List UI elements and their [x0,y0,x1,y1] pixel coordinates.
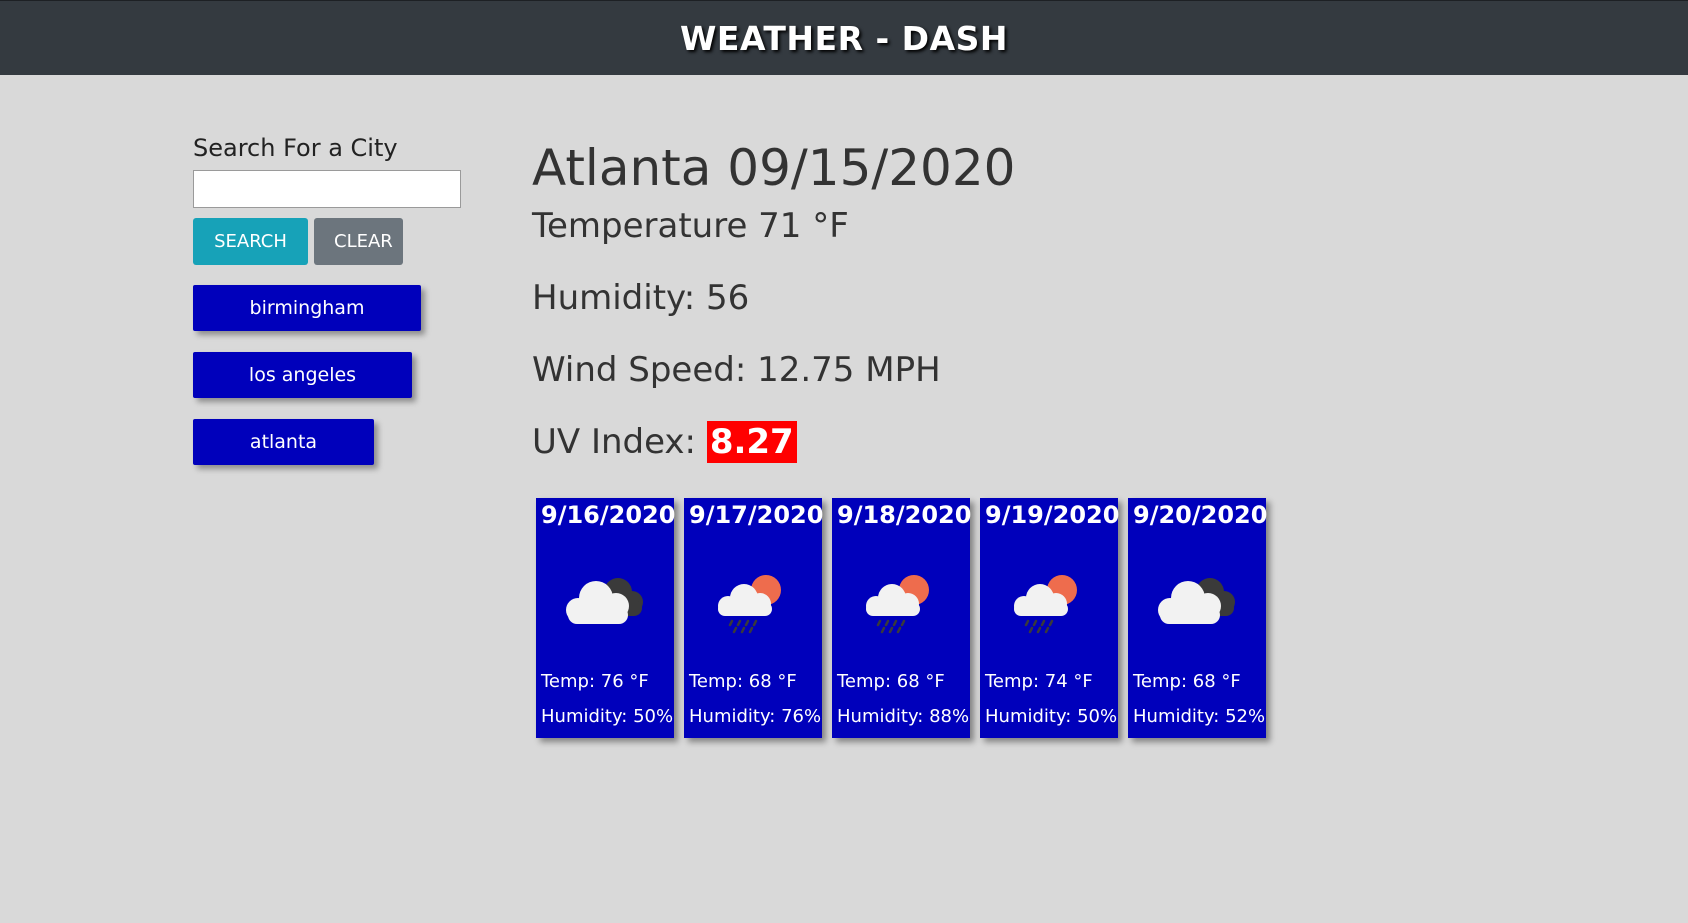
current-weather: Atlanta 09/15/2020 Temperature 71 °F Hum… [532,135,1015,465]
search-label: Search For a City [193,134,398,162]
forecast-temp: Temp: 68 °F [689,671,797,692]
forecast-date: 9/20/2020 [1133,501,1268,529]
search-button[interactable]: SEARCH [193,218,308,265]
wind-speed-text: Wind Speed: 12.75 MPH [532,350,941,390]
rain-sun-icon [998,566,1098,636]
app-header: WEATHER - DASH [0,0,1688,75]
humidity-text: Humidity: 56 [532,278,750,318]
search-input[interactable] [193,170,461,208]
broken-clouds-icon [1146,566,1246,636]
forecast-date: 9/18/2020 [837,501,972,529]
rain-sun-icon [850,566,950,636]
forecast-temp: Temp: 74 °F [985,671,1093,692]
forecast-humidity: Humidity: 50% [985,706,1118,727]
search-button-row: SEARCH CLEAR [193,218,483,265]
uv-index-row: UV Index: 8.27 [532,419,1015,465]
forecast-card: 9/16/2020 Temp: 76 °F Humidity: 50% [536,498,676,738]
forecast-temp: Temp: 68 °F [837,671,945,692]
temperature-text: Temperature 71 °F [532,206,849,246]
uv-index-label: UV Index: [532,422,707,462]
forecast-card: 9/20/2020 Temp: 68 °F Humidity: 52% [1128,498,1268,738]
app-title: WEATHER - DASH [680,18,1008,58]
forecast-temp: Temp: 76 °F [541,671,649,692]
search-history: birmingham los angeles atlanta [193,285,483,465]
five-day-forecast: 9/16/2020 Temp: 76 °F Humidity: 50% 9/17/2… [536,498,1268,738]
history-item-los-angeles[interactable]: los angeles [193,352,412,398]
broken-clouds-icon [554,566,654,636]
forecast-humidity: Humidity: 76% [689,706,822,727]
forecast-date: 9/19/2020 [985,501,1120,529]
forecast-humidity: Humidity: 52% [1133,706,1266,727]
history-item-birmingham[interactable]: birmingham [193,285,421,331]
forecast-card: 9/17/2020 Temp: 68 °F Humidity: 76% [684,498,824,738]
forecast-humidity: Humidity: 88% [837,706,970,727]
forecast-card: 9/19/2020 Temp: 74 °F Humidity: 50% [980,498,1120,738]
clear-button[interactable]: CLEAR [314,218,403,265]
forecast-date: 9/16/2020 [541,501,676,529]
history-item-atlanta[interactable]: atlanta [193,419,374,465]
uv-index-badge: 8.27 [706,421,797,463]
forecast-temp: Temp: 68 °F [1133,671,1241,692]
sidebar: Search For a City SEARCH CLEAR birmingha… [193,134,483,486]
city-date-title: Atlanta 09/15/2020 [532,139,1016,197]
rain-sun-icon [702,566,802,636]
forecast-humidity: Humidity: 50% [541,706,674,727]
forecast-date: 9/17/2020 [689,501,824,529]
forecast-card: 9/18/2020 Temp: 68 °F Humidity: 88% [832,498,972,738]
